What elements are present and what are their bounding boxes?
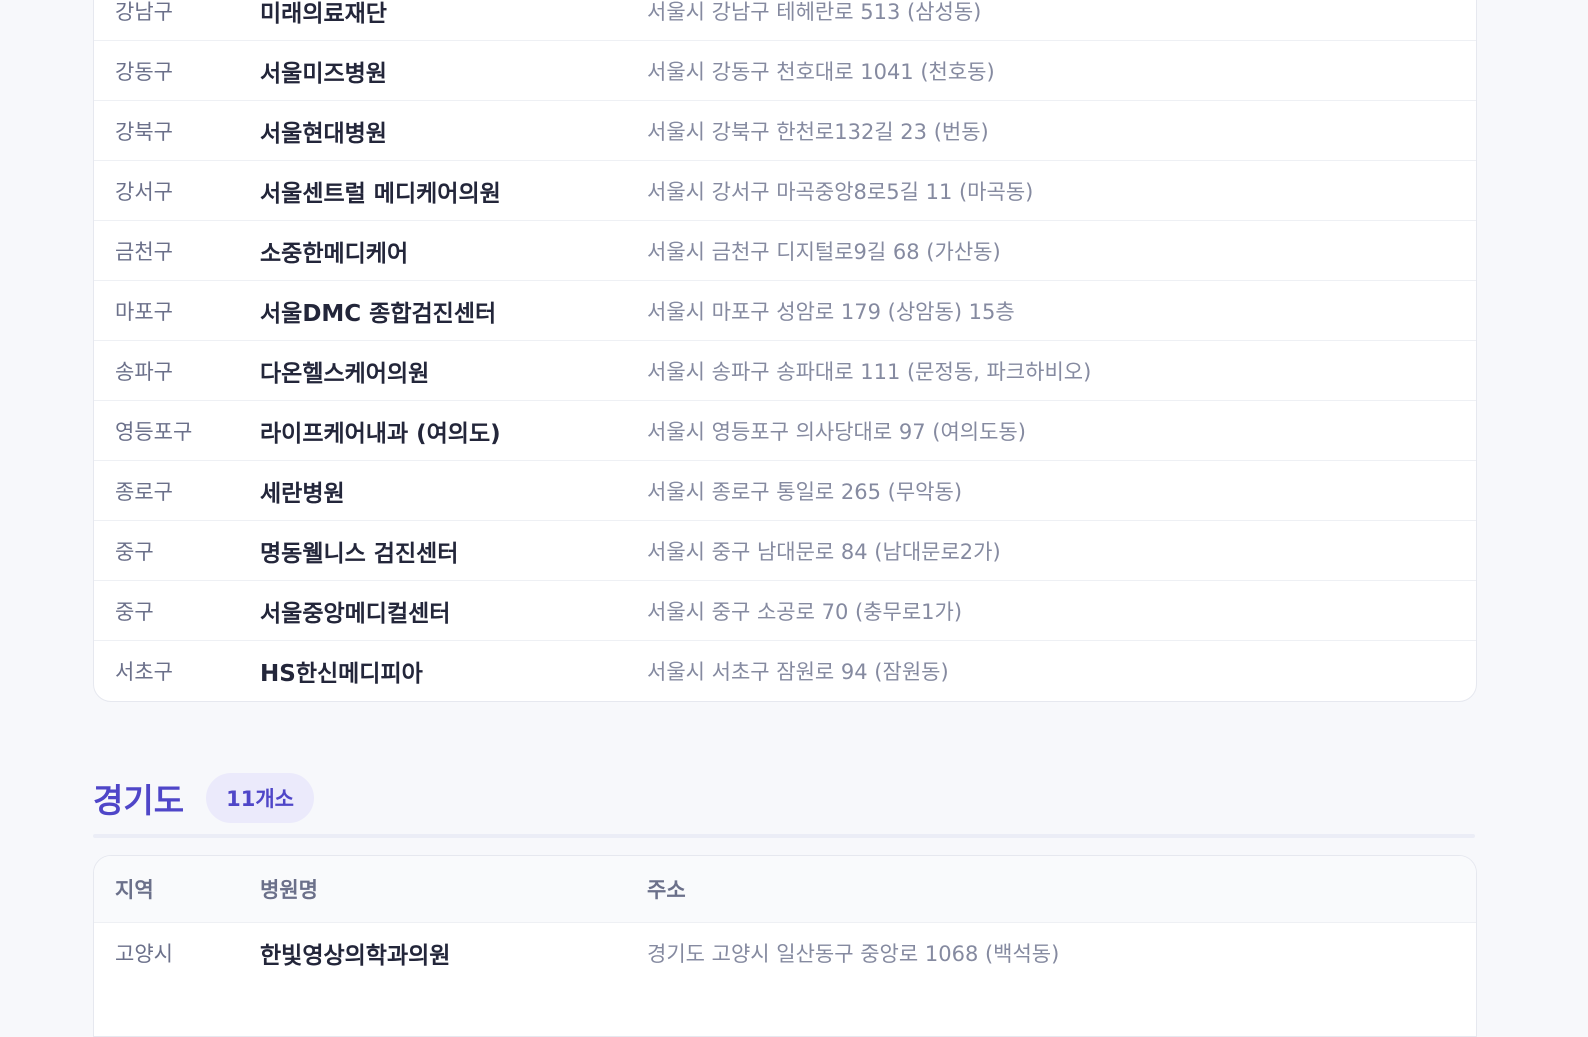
hospital-name-cell: 서울센트럴 메디케어의원 (260, 180, 501, 207)
address-cell: 서울시 서초구 잠원로 94 (잠원동) (647, 660, 949, 684)
table-header-row: 지역 병원명 주소 (94, 856, 1476, 923)
address-cell: 서울시 영등포구 의사당대로 97 (여의도동) (647, 419, 1026, 444)
hospital-name-cell: 소중한메디케어 (260, 240, 409, 267)
count-badge: 11개소 (206, 773, 314, 823)
address-cell: 서울시 강서구 마곡중앙8로5길 11 (마곡동) (647, 179, 1034, 204)
hospital-name-cell: 세란병원 (260, 480, 345, 507)
gyeonggi-hospital-table: 지역 병원명 주소 고양시 한빛영상의학과의원 경기도 고양시 일산동구 중앙로 1… (93, 855, 1477, 1037)
region-cell: 강남구 (115, 0, 173, 24)
address-cell: 서울시 중구 남대문로 84 (남대문로2가) (647, 539, 1001, 564)
table-row[interactable]: 영등포구 라이프케어내과 (여의도) 서울시 영등포구 의사당대로 97 (여의도동… (94, 401, 1476, 461)
table-row[interactable]: 중구 서울중앙메디컬센터 서울시 중구 소공로 70 (충무로1가) (94, 581, 1476, 641)
region-cell: 강북구 (115, 119, 173, 144)
table-row[interactable]: 금천구 소중한메디케어 서울시 금천구 디지털로9길 68 (가산동) (94, 221, 1476, 281)
hospital-name-cell: 서울DMC 종합검진센터 (260, 300, 497, 327)
section-title: 경기도 (93, 781, 185, 820)
region-cell: 종로구 (115, 479, 173, 504)
table-row[interactable]: 마포구 서울DMC 종합검진센터 서울시 마포구 성암로 179 (상암동) 15층 (94, 281, 1476, 341)
table-row[interactable]: 강북구 서울현대병원 서울시 강북구 한천로132길 23 (번동) (94, 101, 1476, 161)
table-row[interactable]: 강남구 미래의료재단 서울시 강남구 테헤란로 513 (삼성동) (94, 0, 1476, 41)
table-row[interactable]: 서초구 HS한신메디피아 서울시 서초구 잠원로 94 (잠원동) (94, 641, 1476, 701)
hospital-name-cell: 명동웰니스 검진센터 (260, 540, 459, 567)
region-cell: 서초구 (115, 660, 173, 684)
hospital-name-cell: 라이프케어내과 (여의도) (260, 420, 501, 447)
seoul-hospital-table: 강남구 미래의료재단 서울시 강남구 테헤란로 513 (삼성동) 강동구 서울미즈병원… (93, 0, 1477, 702)
table-row[interactable]: 송파구 다온헬스케어의원 서울시 송파구 송파대로 111 (문정동, 파크하비오) (94, 341, 1476, 401)
table-row[interactable]: 강동구 서울미즈병원 서울시 강동구 천호대로 1041 (천호동) (94, 41, 1476, 101)
address-cell: 서울시 송파구 송파대로 111 (문정동, 파크하비오) (647, 359, 1092, 384)
address-cell: 서울시 강북구 한천로132길 23 (번동) (647, 119, 989, 144)
column-header-region: 지역 (115, 878, 154, 902)
table-row[interactable]: 종로구 세란병원 서울시 종로구 통일로 265 (무악동) (94, 461, 1476, 521)
gyeonggi-section-header: 경기도 11개소 (93, 768, 1475, 828)
section-divider (93, 834, 1475, 838)
address-cell: 서울시 마포구 성암로 179 (상암동) 15층 (647, 299, 1015, 324)
hospital-name-cell: 서울미즈병원 (260, 60, 387, 87)
gyeonggi-table-body: 고양시 한빛영상의학과의원 경기도 고양시 일산동구 중앙로 1068 (백석동) (94, 923, 1476, 983)
region-cell: 금천구 (115, 239, 173, 264)
address-cell: 서울시 종로구 통일로 265 (무악동) (647, 479, 963, 504)
address-cell: 경기도 고양시 일산동구 중앙로 1068 (백석동) (647, 942, 1060, 966)
address-cell: 서울시 금천구 디지털로9길 68 (가산동) (647, 239, 1001, 264)
region-cell: 강서구 (115, 179, 173, 204)
region-cell: 마포구 (115, 299, 173, 324)
hospital-name-cell: 한빛영상의학과의원 (260, 943, 451, 969)
address-cell: 서울시 중구 소공로 70 (충무로1가) (647, 599, 963, 624)
table-row[interactable]: 중구 명동웰니스 검진센터 서울시 중구 남대문로 84 (남대문로2가) (94, 521, 1476, 581)
column-header-name: 병원명 (260, 878, 318, 902)
address-cell: 서울시 강동구 천호대로 1041 (천호동) (647, 59, 995, 84)
region-cell: 중구 (115, 539, 154, 564)
hospital-name-cell: 다온헬스케어의원 (260, 360, 430, 387)
column-header-address: 주소 (647, 878, 686, 902)
table-row[interactable]: 강서구 서울센트럴 메디케어의원 서울시 강서구 마곡중앙8로5길 11 (마곡동) (94, 161, 1476, 221)
region-cell: 강동구 (115, 59, 173, 84)
region-cell: 송파구 (115, 359, 173, 384)
region-cell: 고양시 (115, 942, 173, 966)
region-cell: 중구 (115, 599, 154, 624)
hospital-name-cell: 서울현대병원 (260, 120, 387, 147)
seoul-table-body: 강남구 미래의료재단 서울시 강남구 테헤란로 513 (삼성동) 강동구 서울미즈병원… (94, 0, 1476, 701)
region-cell: 영등포구 (115, 419, 193, 444)
hospital-name-cell: 서울중앙메디컬센터 (260, 600, 451, 627)
hospital-name-cell: 미래의료재단 (260, 0, 387, 27)
address-cell: 서울시 강남구 테헤란로 513 (삼성동) (647, 0, 982, 24)
hospital-name-cell: HS한신메디피아 (260, 661, 423, 687)
table-row[interactable]: 고양시 한빛영상의학과의원 경기도 고양시 일산동구 중앙로 1068 (백석동) (94, 923, 1476, 983)
